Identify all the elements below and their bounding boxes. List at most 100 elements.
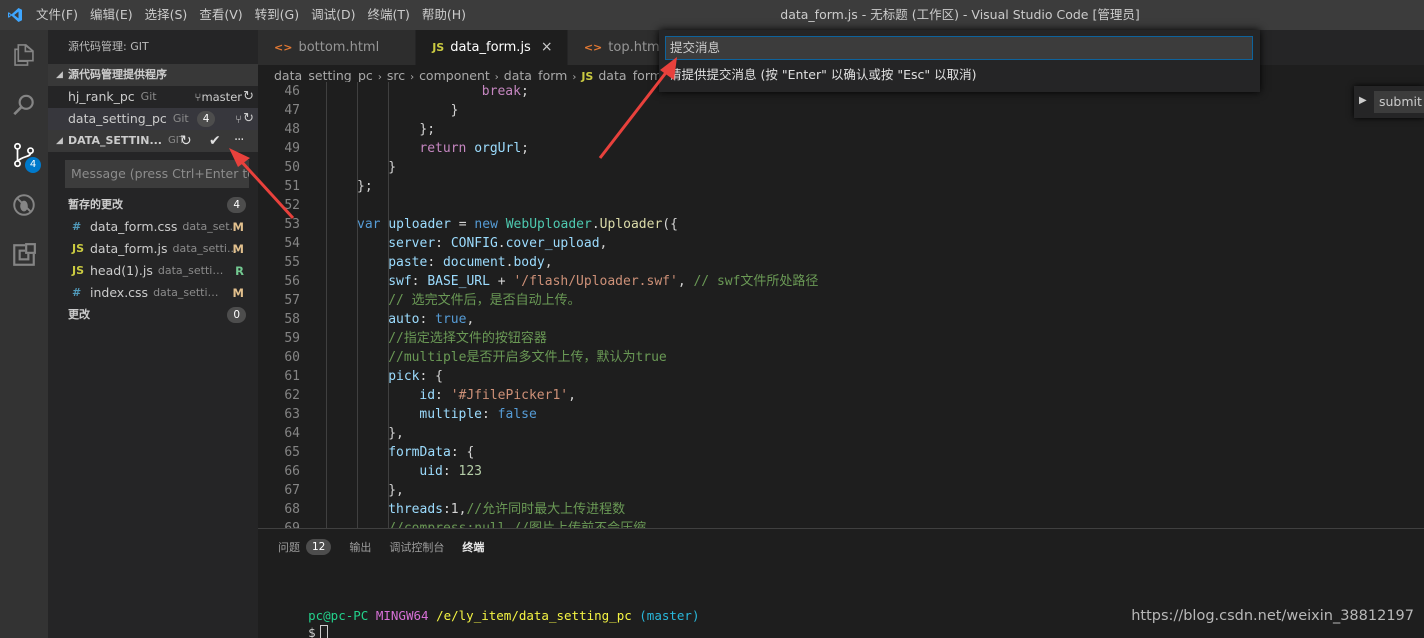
terminal-prompt: $ — [308, 625, 316, 638]
panel-tab-label: 终端 — [462, 540, 485, 554]
code-text: swf: BASE_URL + '/flash/Uploader.swf', /… — [388, 272, 818, 291]
breadcrumb-item[interactable]: component — [419, 68, 490, 83]
menu-item[interactable]: 帮助(H) — [416, 0, 472, 30]
file-path: data_setti... — [172, 242, 238, 255]
scm-repo-header[interactable]: ◢ DATA_SETTIN... GIT ↻ ✔ ··· — [48, 130, 258, 152]
tab-label: bottom.html — [298, 40, 380, 55]
repo-name: data_setting_pc — [68, 111, 167, 126]
code-token: auto — [388, 312, 420, 327]
branch-icon[interactable]: ⑂ — [235, 108, 242, 130]
code-line: 48}; — [258, 120, 1424, 139]
staged-file-row[interactable]: JS data_form.js data_setti... M — [48, 238, 258, 260]
code-token: , — [599, 236, 608, 251]
code-text: multiple: false — [419, 405, 536, 424]
source-control-icon[interactable]: 4 — [0, 130, 48, 180]
code-line: 51}; — [258, 177, 1424, 196]
scm-repo-title: DATA_SETTIN... — [68, 134, 162, 147]
scm-badge: 4 — [25, 157, 41, 173]
menu-item[interactable]: 终端(T) — [361, 0, 415, 30]
code-text: //指定选择文件的按钮容器 — [388, 329, 547, 348]
panel-tab[interactable]: 输出 — [349, 529, 371, 564]
menu-item[interactable]: 转到(G) — [249, 0, 305, 30]
menu-item[interactable]: 查看(V) — [193, 0, 248, 30]
file-status: M — [232, 286, 244, 300]
commit-check-icon[interactable]: ✔ — [209, 130, 221, 152]
code-token: id — [419, 388, 436, 403]
code-token: false — [497, 407, 537, 422]
menu-item[interactable]: 编辑(E) — [84, 0, 139, 30]
repo-row-data-setting-pc[interactable]: data_setting_pc Git 4 ⑂ ↻ — [48, 108, 258, 130]
line-number: 69 — [258, 519, 300, 528]
menu-item[interactable]: 文件(F) — [30, 0, 84, 30]
menu-item[interactable]: 选择(S) — [139, 0, 194, 30]
code-token: : — [482, 407, 498, 422]
code-token: CONFIG — [450, 236, 498, 251]
changes-header[interactable]: 更改 0 — [48, 304, 258, 326]
panel-tab[interactable]: 问题 12 — [278, 529, 332, 564]
refresh-icon[interactable]: ↻ — [180, 130, 192, 152]
line-number: 52 — [284, 198, 300, 213]
line-number: 50 — [284, 160, 300, 175]
activity-bar: 4 — [0, 30, 48, 638]
watermark: https://blog.csdn.net/weixin_38812197 — [1131, 608, 1414, 624]
code-line: 47} — [258, 101, 1424, 120]
submit-button[interactable]: submit — [1374, 91, 1424, 113]
code-token: ; — [521, 141, 529, 156]
editor-tab[interactable]: JS data_form.js × — [416, 30, 568, 65]
debug-icon[interactable] — [0, 180, 48, 230]
file-name: head(1).js — [90, 263, 153, 278]
code-line: 68 threads:1,//允许同时最大上传进程数 — [258, 500, 1424, 519]
search-icon[interactable] — [0, 80, 48, 130]
submit-panel: ▶ submit — [1354, 86, 1424, 118]
code-text: }; — [419, 120, 435, 139]
repo-kind: Git — [140, 90, 157, 103]
code-line: 54 server: CONFIG.cover_upload, — [258, 234, 1424, 253]
commit-message-input[interactable]: Message (press Ctrl+Enter to commit) — [65, 160, 249, 188]
file-type-icon: JS — [72, 264, 85, 277]
editor-tab[interactable]: <> bottom.html — [258, 30, 417, 65]
repo-name: hj_rank_pc — [68, 89, 135, 104]
breadcrumb-item[interactable]: data_setting_pc — [274, 68, 373, 83]
code-token: BASE_URL — [427, 274, 490, 289]
code-token: //multiple是否开启多文件上传，默认为true — [388, 350, 667, 365]
code-token: } — [450, 103, 459, 118]
code-token: , — [544, 255, 553, 270]
code-token: , — [568, 388, 576, 403]
line-number: 58 — [284, 312, 300, 327]
providers-section-header[interactable]: ◢ 源代码管理提供程序 — [48, 64, 258, 86]
sync-icon[interactable]: ↻ — [243, 108, 254, 130]
panel-tab-label: 输出 — [349, 540, 372, 554]
close-icon[interactable]: × — [541, 30, 553, 65]
code-token: , — [466, 312, 475, 327]
more-actions-icon[interactable]: ··· — [234, 130, 244, 152]
code-text: threads:1,//允许同时最大上传进程数 — [388, 500, 625, 519]
providers-title: 源代码管理提供程序 — [68, 68, 167, 81]
staged-changes-header[interactable]: 暂存的更改 4 — [48, 194, 258, 216]
breadcrumb-item[interactable]: src — [387, 68, 405, 83]
caret-down-icon: ◢ — [56, 70, 63, 80]
title-bar: 文件(F) 编辑(E) 选择(S) 查看(V) 转到(G) 调试(D) 终端(T) 帮助(H)… — [0, 0, 1424, 30]
panel-tab[interactable]: 调试控制台 — [389, 529, 444, 564]
terminal-input-line[interactable]: $ — [278, 607, 328, 638]
line-number: 53 — [284, 217, 300, 232]
code-text: // 选完文件后，是否自动上传。 — [388, 291, 580, 310]
code-text: } — [388, 158, 396, 177]
staged-file-row[interactable]: JS head(1).js data_setting_... R — [48, 260, 258, 282]
staged-file-row[interactable]: # index.css data_setting_... M — [48, 282, 258, 304]
explorer-icon[interactable] — [0, 30, 48, 80]
line-number: 47 — [284, 103, 300, 118]
commit-message-quick-input: 提交消息 请提供提交消息 (按 "Enter" 以确认或按 "Esc" 以取消) — [659, 30, 1260, 92]
code-editor[interactable]: 46 break; 47} 48}; 49 return orgUrl; 50} 51}; 52… — [258, 82, 1424, 528]
quick-input-field[interactable]: 提交消息 — [665, 36, 1253, 60]
branch-indicator[interactable]: ⑂master — [195, 86, 242, 108]
file-path: data_setting_... — [157, 264, 224, 277]
menu-item[interactable]: 调试(D) — [305, 0, 361, 30]
staged-file-row[interactable]: # data_form.css data_set... M — [48, 216, 258, 238]
extensions-icon[interactable] — [0, 230, 48, 280]
caret-down-icon: ◢ — [56, 136, 63, 146]
sync-icon[interactable]: ↻ — [243, 86, 254, 108]
breadcrumb-item[interactable]: data_form — [504, 68, 568, 83]
panel-tab[interactable]: 终端 — [462, 529, 484, 564]
repo-row-hj-rank-pc[interactable]: hj_rank_pc Git ⑂master ↻ — [48, 86, 258, 108]
